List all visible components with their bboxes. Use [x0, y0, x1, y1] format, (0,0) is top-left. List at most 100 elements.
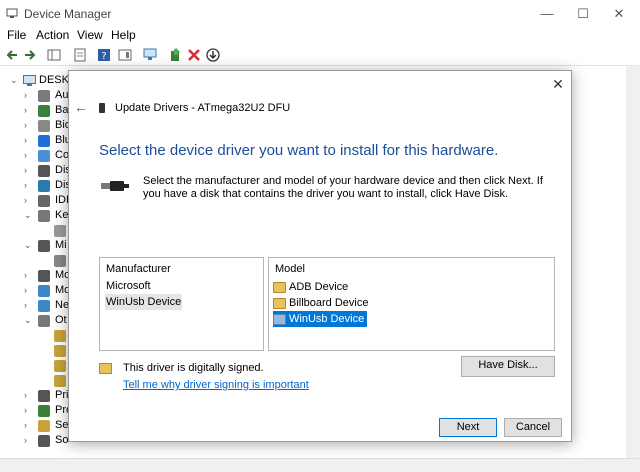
- dialog-back-button[interactable]: ←: [74, 99, 88, 115]
- tree-item[interactable]: › Bio: [0, 119, 71, 134]
- update-driver-icon[interactable]: [168, 47, 184, 63]
- software-icon: [38, 435, 50, 447]
- chevron-right-icon[interactable]: ›: [24, 180, 34, 192]
- vertical-scrollbar[interactable]: [626, 66, 640, 462]
- bluetooth-icon: [38, 135, 50, 147]
- driver-icon: [273, 297, 286, 309]
- dialog-heading: Select the device driver you want to ins…: [99, 142, 499, 159]
- tree-item[interactable]: ⌄ Ke: [0, 209, 70, 224]
- tree-item[interactable]: [0, 224, 70, 239]
- tree-item-label: Au: [55, 89, 69, 101]
- processor-icon: [38, 405, 50, 417]
- dialog-title: Update Drivers - ATmega32U2 DFU: [115, 102, 291, 114]
- model-item-label: Billboard Device: [289, 297, 369, 309]
- tree-item[interactable]: › Pro: [0, 404, 72, 419]
- tree-item[interactable]: › Dis: [0, 164, 71, 179]
- tree-item[interactable]: › Blu: [0, 134, 71, 149]
- driver-signing-link[interactable]: Tell me why driver signing is important: [123, 379, 309, 391]
- tree-item[interactable]: › Mo: [0, 269, 70, 284]
- chevron-right-icon[interactable]: ›: [24, 105, 34, 117]
- tree-item[interactable]: [0, 344, 70, 359]
- tree-item-label: Ke: [55, 209, 69, 221]
- chevron-right-icon[interactable]: ›: [24, 285, 34, 297]
- tree-root[interactable]: ⌄ DESKT: [0, 74, 76, 89]
- chevron-down-icon[interactable]: ⌄: [24, 210, 34, 222]
- action-pane-icon[interactable]: [117, 47, 133, 63]
- model-item-label: WinUsb Device: [289, 313, 365, 325]
- tree-item-label: Ne: [55, 299, 70, 311]
- chevron-right-icon[interactable]: ›: [24, 405, 34, 417]
- tree-item[interactable]: › IDE: [0, 194, 73, 209]
- minimize-button[interactable]: —: [537, 4, 557, 24]
- cancel-button[interactable]: Cancel: [504, 418, 562, 437]
- back-arrow-icon[interactable]: [4, 47, 20, 63]
- have-disk-button[interactable]: Have Disk...: [461, 356, 555, 377]
- help-icon[interactable]: ?: [96, 47, 112, 63]
- tree-item[interactable]: [0, 374, 70, 389]
- chevron-right-icon[interactable]: ›: [24, 90, 34, 102]
- manufacturer-item-winusb-device[interactable]: WinUsb Device: [105, 294, 183, 310]
- dialog-description: Select the manufacturer and model of you…: [143, 175, 543, 200]
- chevron-right-icon[interactable]: ›: [24, 165, 34, 177]
- menu-file[interactable]: File: [7, 28, 26, 42]
- tree-item[interactable]: [0, 359, 70, 374]
- tree-item-label: Pri: [55, 389, 69, 401]
- chevron-right-icon[interactable]: ›: [24, 270, 34, 282]
- chevron-right-icon[interactable]: ›: [24, 195, 34, 207]
- forward-arrow-icon[interactable]: [22, 47, 38, 63]
- chevron-right-icon[interactable]: ›: [24, 435, 34, 447]
- scan-hardware-icon[interactable]: [142, 47, 158, 63]
- unknown-device-icon: [54, 375, 66, 387]
- model-item-billboard-device[interactable]: Billboard Device: [273, 295, 368, 311]
- tree-item[interactable]: ⌄ Ot: [0, 314, 70, 329]
- next-button[interactable]: Next: [439, 418, 497, 437]
- maximize-button[interactable]: ☐: [573, 4, 593, 24]
- tree-item[interactable]: › Mo: [0, 284, 70, 299]
- chevron-down-icon[interactable]: ⌄: [10, 75, 20, 87]
- model-list[interactable]: Model ADB Device Billboard Device WinUsb…: [268, 257, 555, 351]
- modem-icon: [38, 270, 50, 282]
- menu-help[interactable]: Help: [111, 28, 136, 42]
- chevron-right-icon[interactable]: ›: [24, 150, 34, 162]
- tree-item[interactable]: › Ba: [0, 104, 70, 119]
- chevron-down-icon[interactable]: ⌄: [24, 315, 34, 327]
- tree-item[interactable]: › So: [0, 434, 70, 449]
- properties-icon[interactable]: [72, 47, 88, 63]
- uninstall-device-icon[interactable]: [186, 47, 202, 63]
- other-devices-icon: [38, 315, 50, 327]
- mouse-sub-icon: [54, 255, 66, 267]
- manufacturer-list[interactable]: Manufacturer Microsoft WinUsb Device: [99, 257, 264, 351]
- chevron-right-icon[interactable]: ›: [24, 390, 34, 402]
- close-window-button[interactable]: ✕: [609, 4, 629, 24]
- horizontal-scrollbar[interactable]: [0, 458, 640, 472]
- usb-cable-icon: [101, 180, 129, 192]
- tree-item[interactable]: [0, 254, 70, 269]
- show-hide-tree-icon[interactable]: [46, 47, 62, 63]
- model-header: Model: [275, 263, 305, 275]
- chevron-down-icon[interactable]: ⌄: [24, 240, 34, 252]
- manufacturer-item-microsoft[interactable]: Microsoft: [105, 278, 152, 294]
- tree-item[interactable]: › Pri: [0, 389, 70, 404]
- tree-item[interactable]: › Se: [0, 419, 70, 434]
- monitor-icon: [38, 285, 50, 297]
- chevron-right-icon[interactable]: ›: [24, 135, 34, 147]
- tree-item[interactable]: ⌄ Mi: [0, 239, 70, 254]
- signed-status-text: This driver is digitally signed.: [123, 362, 264, 374]
- menu-action[interactable]: Action: [36, 28, 69, 42]
- enable-device-icon[interactable]: [205, 47, 221, 63]
- tree-item[interactable]: › Co: [0, 149, 70, 164]
- device-manager-app-icon: [6, 8, 18, 19]
- dialog-close-button[interactable]: ✕: [549, 75, 567, 93]
- chevron-right-icon[interactable]: ›: [24, 300, 34, 312]
- tree-item[interactable]: [0, 329, 70, 344]
- chevron-right-icon[interactable]: ›: [24, 420, 34, 432]
- menu-view[interactable]: View: [77, 28, 103, 42]
- model-item-adb-device[interactable]: ADB Device: [273, 279, 348, 295]
- chevron-right-icon[interactable]: ›: [24, 120, 34, 132]
- tree-item[interactable]: › Au: [0, 89, 70, 104]
- tree-item[interactable]: › Ne: [0, 299, 70, 314]
- keyboard-sub-icon: [54, 225, 66, 237]
- tree-item[interactable]: › Dis: [0, 179, 71, 194]
- biometric-icon: [38, 120, 50, 132]
- model-item-winusb-device[interactable]: WinUsb Device: [273, 311, 368, 327]
